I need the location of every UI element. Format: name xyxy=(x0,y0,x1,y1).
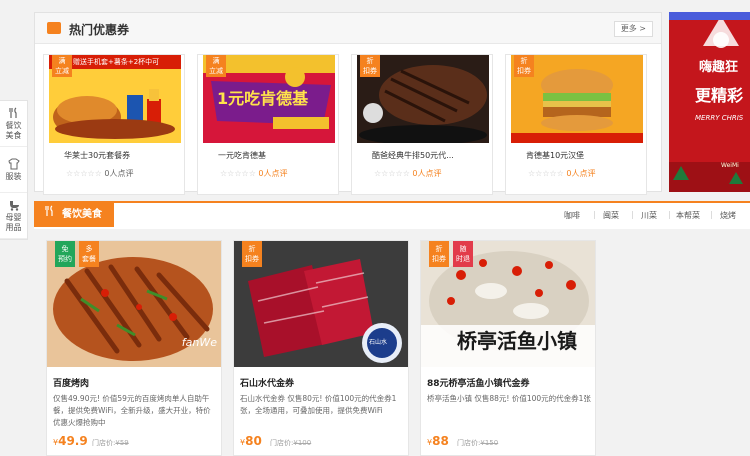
coupon-rating: ☆☆☆☆☆ 0人点评 xyxy=(66,169,134,178)
nav-item-clothing[interactable]: 服装 xyxy=(0,147,27,193)
deal-badge: 多套餐 xyxy=(79,241,99,267)
coupon-card[interactable]: 折扣券 肯德基10元汉堡 ☆☆☆☆☆ 0人点评 xyxy=(505,54,647,195)
coupon-banner-text: 赠送手机套+薯条+2杯中可 xyxy=(73,58,160,66)
coupon-rating: ☆☆☆☆☆ 0人点评 xyxy=(374,169,442,178)
image-watermark: 石山水 xyxy=(369,339,388,346)
deal-badge: 随时退 xyxy=(453,241,473,267)
subnav-divider: | xyxy=(710,210,713,219)
store-price: 门店价:¥100 xyxy=(270,439,312,447)
deal-badge: 折扣券 xyxy=(242,241,262,267)
deal-price: ¥49.9 xyxy=(53,434,88,448)
nav-label: 美食 xyxy=(5,130,22,140)
deal-price: ¥80 xyxy=(240,434,262,448)
subnav-link[interactable]: 咖啡 xyxy=(564,210,580,221)
food-section-tab[interactable]: 餐饮美食 xyxy=(34,203,114,227)
subnav-divider: | xyxy=(668,210,671,219)
coupon-name[interactable]: 酷爸经典牛排50元代... xyxy=(372,150,454,161)
image-watermark: fanWe xyxy=(181,336,217,349)
nav-item-food[interactable]: 餐饮 美食 xyxy=(0,101,27,147)
image-watermark: 桥亭活鱼小镇 xyxy=(457,329,577,353)
promo-banner[interactable]: 嗨趣狂 更精彩 MERRY CHRIS WeiMi xyxy=(669,12,750,192)
subnav-link[interactable]: 闽菜 xyxy=(603,210,619,221)
deal-badge: 免预约 xyxy=(55,241,75,267)
promo-top-strip xyxy=(669,12,750,20)
coupon-badge: 满立减 xyxy=(52,55,72,77)
deal-card[interactable]: 石山水 折扣券 石山水代金券 石山水代金券 仅售80元! 价值100元的代金券1… xyxy=(233,240,409,456)
promo-line: 更精彩 xyxy=(695,86,744,105)
coupon-tag-icon xyxy=(47,22,61,34)
coupon-badge: 满立减 xyxy=(206,55,226,77)
coupon-section-header: 热门优惠券 更多 > xyxy=(35,13,661,44)
subnav-divider: | xyxy=(631,210,634,219)
left-category-nav: 餐饮 美食 服装 母婴 用品 xyxy=(0,100,28,240)
food-section-header: 餐饮美食 咖啡 | 闽菜 | 川菜 | 本帮菜 | 烧烤 xyxy=(34,201,750,229)
coupon-rating: ☆☆☆☆☆ 0人点评 xyxy=(528,169,596,178)
store-price: 门店价:¥150 xyxy=(457,439,499,447)
coupon-name[interactable]: 华莱士30元套餐券 xyxy=(64,150,130,161)
deal-card[interactable]: fanWe 免预约 多套餐 百度烤肉 仅售49.90元! 价值59元的百度烤肉单… xyxy=(46,240,222,456)
subnav-link[interactable]: 烧烤 xyxy=(720,210,736,221)
deal-description: 桥亭活鱼小镇 仅售88元! 价值100元的代金券1张 xyxy=(427,394,591,403)
shirt-icon xyxy=(7,158,20,170)
deal-description: 石山水代金券 仅售80元! 价值100元的代金券1张，全场通用，可叠加使用，提供… xyxy=(240,394,397,415)
coupon-rating: ☆☆☆☆☆ 0人点评 xyxy=(220,169,288,178)
deal-description: 仅售49.90元! 价值59元的百度烤肉单人自助午餐，提供免费WiFi，全新升级… xyxy=(53,394,211,427)
star-rating-icon: ☆☆☆☆☆ xyxy=(528,169,564,178)
subnav-divider: | xyxy=(593,210,596,219)
section-title: 热门优惠券 xyxy=(69,23,130,37)
section-title: 餐饮美食 xyxy=(62,209,102,220)
deal-card[interactable]: 桥亭活鱼小镇 折扣券 随时退 88元桥亭活鱼小镇代金券 桥亭活鱼小镇 仅售88元… xyxy=(420,240,596,456)
star-rating-icon: ☆☆☆☆☆ xyxy=(66,169,102,178)
fork-knife-icon xyxy=(44,203,56,227)
coupon-name[interactable]: 一元吃肯德基 xyxy=(218,150,266,161)
promo-line: 嗨趣狂 xyxy=(699,60,739,75)
deal-price: ¥88 xyxy=(427,434,449,448)
deal-title[interactable]: 88元桥亭活鱼小镇代金券 xyxy=(427,376,530,389)
subnav-link[interactable]: 川菜 xyxy=(641,210,657,221)
fork-knife-icon xyxy=(8,107,20,119)
star-rating-icon: ☆☆☆☆☆ xyxy=(374,169,410,178)
nav-item-baby[interactable]: 母婴 用品 xyxy=(0,193,27,239)
promo-line: WeiMi xyxy=(721,162,739,169)
nav-label: 用品 xyxy=(5,222,22,232)
deal-title[interactable]: 石山水代金券 xyxy=(240,376,294,389)
coupon-name[interactable]: 肯德基10元汉堡 xyxy=(526,150,584,161)
stroller-icon xyxy=(8,199,20,211)
nav-label: 服装 xyxy=(5,171,22,181)
coupon-card[interactable]: 1元吃肯德基 满立减 一元吃肯德基 ☆☆☆☆☆ 0人点评 xyxy=(197,54,339,195)
hot-coupons-panel: 热门优惠券 更多 > 赠送手机套+薯条+2杯中可 满立减 华莱士30元套餐券 ☆… xyxy=(34,12,662,195)
star-rating-icon: ☆☆☆☆☆ xyxy=(220,169,256,178)
more-button[interactable]: 更多 > xyxy=(613,21,653,37)
subnav-link[interactable]: 本帮菜 xyxy=(676,210,700,221)
coupon-badge: 折扣券 xyxy=(360,55,380,77)
nav-label: 母婴 xyxy=(5,212,22,222)
coupon-badge: 折扣券 xyxy=(514,55,534,77)
store-price: 门店价:¥59 xyxy=(92,439,129,447)
promo-line: MERRY CHRIS xyxy=(695,114,744,122)
deal-title[interactable]: 百度烤肉 xyxy=(53,376,89,389)
coupon-card[interactable]: 折扣券 酷爸经典牛排50元代... ☆☆☆☆☆ 0人点评 xyxy=(351,54,493,195)
deal-badge: 折扣券 xyxy=(429,241,449,267)
nav-label: 餐饮 xyxy=(5,120,22,130)
coupon-banner-text: 1元吃肯德基 xyxy=(217,89,309,108)
coupon-card[interactable]: 赠送手机套+薯条+2杯中可 满立减 华莱士30元套餐券 ☆☆☆☆☆ 0人点评 xyxy=(43,54,185,195)
